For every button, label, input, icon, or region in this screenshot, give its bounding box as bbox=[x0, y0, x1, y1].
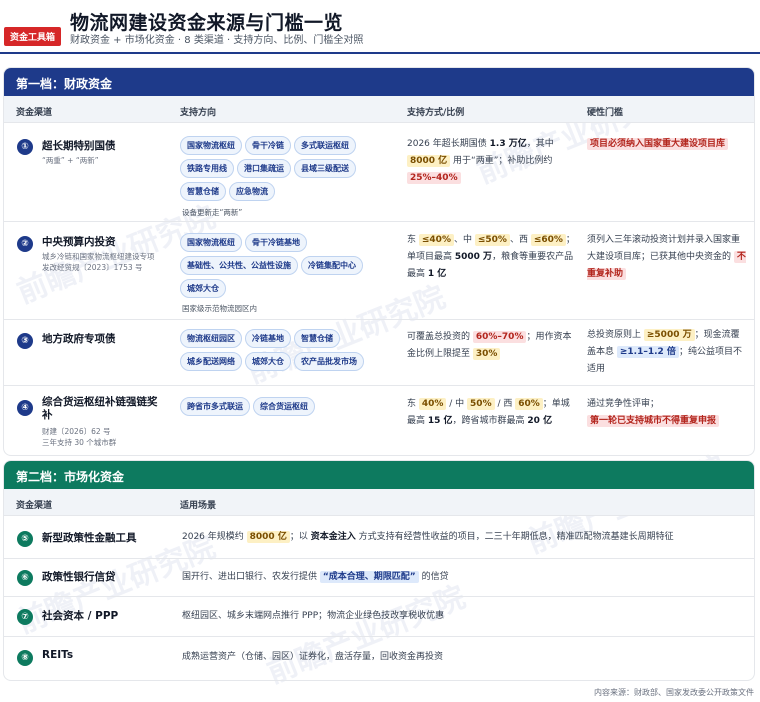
chip: 农产品批发市场 bbox=[294, 352, 364, 371]
channel-sub: 财建〔2026〕62 号 bbox=[42, 427, 111, 436]
chip: 多式联运枢纽 bbox=[294, 136, 356, 155]
channel-name: 中央预算内投资 bbox=[42, 236, 116, 248]
col-channel: 资金渠道 bbox=[16, 108, 53, 118]
table-row: ⑧ REITs 成熟运营资产（仓储、园区）证券化，盘活存量，回收资金再投资 bbox=[4, 637, 754, 680]
applicable-scene: 2026 年规模约 8000 亿；以 资本金注入 方式支持有经营性收益的项目，二… bbox=[182, 531, 674, 543]
chip: 骨干冷链基地 bbox=[245, 233, 307, 252]
table-row: ① 超长期特别国债 “两重” + “两新” 国家物流枢纽 骨干冷链 多式联运枢纽铁路… bbox=[4, 124, 754, 222]
row-number: ⑤ bbox=[17, 531, 33, 547]
row-number: ⑧ bbox=[17, 650, 33, 666]
channel-name: REITs bbox=[42, 649, 74, 661]
row-number: ① bbox=[17, 139, 33, 155]
section-fiscal-funds: 第一档：财政资金 资金渠道 支持方向 支持方式/比例 硬性门槛 ① 超长期特别国… bbox=[3, 67, 755, 456]
support-mode: 可覆盖总投资的 60%–70% ；用作资本金比例上限提至 30% bbox=[407, 331, 572, 360]
table-row: ⑥ 政策性银行信贷 国开行、进出口银行、农发行提供 “成本合理、期限匹配” 的信… bbox=[4, 559, 754, 597]
support-mode: 2026 年超长期国债 1.3 万亿，其中 8000 亿 用于“两重”；补助比例… bbox=[407, 139, 554, 184]
table-row: ⑦ 社会资本 / PPP 枢纽园区、城乡末端网点推行 PPP；物流企业绿色技改享… bbox=[4, 597, 754, 637]
chip: 城乡配送网络 bbox=[180, 352, 242, 371]
chip: 铁路专用线 bbox=[180, 159, 234, 178]
chip: 跨省市多式联运 bbox=[180, 397, 250, 416]
table-row: ③ 地方政府专项债 物流枢纽园区 冷链基地 智慧仓储城乡配送网络 城郊大仓 农产品批发市… bbox=[4, 320, 754, 386]
chip: 智慧仓储 bbox=[180, 182, 226, 201]
channel-name: 超长期特别国债 bbox=[42, 140, 116, 152]
chip: 城郊大仓 bbox=[245, 352, 291, 371]
channel-sub: “两重” + “两新” bbox=[42, 156, 99, 165]
chip: 国家物流枢纽 bbox=[180, 233, 242, 252]
section-title: 第二档：市场化资金 bbox=[4, 461, 754, 489]
row-number: ④ bbox=[17, 400, 33, 416]
hard-threshold: 总投资原则上 ≥5000 万；现金流覆盖本息 ≥1.1–1.2 倍；纯公益项目不… bbox=[587, 329, 742, 374]
chip: 综合货运枢纽 bbox=[253, 397, 315, 416]
row-number: ⑦ bbox=[17, 609, 33, 625]
direction-chips: 国家物流枢纽 骨干冷链基地基础性、公共性、公益性设施 冷链集配中心城郊大仓 bbox=[180, 233, 392, 302]
direction-note: 设备更新走“两新” bbox=[182, 208, 243, 217]
section-market-funds: 第二档：市场化资金 资金渠道 适用场景 ⑤ 新型政策性金融工具 2026 年规模… bbox=[3, 460, 755, 681]
chip: 冷链集配中心 bbox=[301, 256, 363, 275]
chip: 城郊大仓 bbox=[180, 279, 226, 298]
page-subtitle: 财政资金 + 市场化资金 · 8 类渠道 · 支持方向、比例、门槛全对照 bbox=[70, 35, 364, 46]
section-title: 第一档：财政资金 bbox=[4, 68, 754, 96]
channel-name: 政策性银行信贷 bbox=[42, 571, 116, 583]
channel-name: 新型政策性金融工具 bbox=[42, 532, 137, 544]
applicable-scene: 国开行、进出口银行、农发行提供 “成本合理、期限匹配” 的信贷 bbox=[182, 571, 449, 583]
channel-name: 综合货运枢纽补链强链奖补 bbox=[42, 396, 158, 421]
row-number: ③ bbox=[17, 333, 33, 349]
col-mode: 支持方式/比例 bbox=[407, 108, 465, 118]
channel-name: 地方政府专项债 bbox=[42, 333, 116, 345]
support-mode: 东 ≤40% 、中 ≤50% 、西 ≤60% ；单项目最高 5000 万，粮食等重要农… bbox=[407, 234, 575, 279]
chip: 冷链基地 bbox=[245, 329, 291, 348]
channel-sub: 三年支持 30 个城市群 bbox=[42, 438, 117, 447]
direction-note: 国家级示范物流园区内 bbox=[182, 304, 257, 313]
chip: 骨干冷链 bbox=[245, 136, 291, 155]
direction-chips: 跨省市多式联运 综合货运枢纽 bbox=[180, 397, 392, 420]
direction-chips: 国家物流枢纽 骨干冷链 多式联运枢纽铁路专用线 港口集疏运 县域三级配送智慧仓储 应急物流 bbox=[180, 136, 392, 205]
chip: 智慧仓储 bbox=[294, 329, 340, 348]
support-mode: 东 40% / 中 50% / 西 60% ；单城最高 15 亿，跨省城市群最高 … bbox=[407, 398, 570, 426]
table-row: ④ 综合货运枢纽补链强链奖补 财建〔2026〕62 号 三年支持 30 个城市群… bbox=[4, 386, 754, 455]
page-header: 资金工具箱 物流网建设资金来源与门槛一览 财政资金 + 市场化资金 · 8 类渠… bbox=[0, 0, 760, 54]
direction-chips: 物流枢纽园区 冷链基地 智慧仓储城乡配送网络 城郊大仓 农产品批发市场 bbox=[180, 329, 392, 375]
chip: 应急物流 bbox=[229, 182, 275, 201]
chip: 港口集疏运 bbox=[237, 159, 291, 178]
applicable-scene: 成熟运营资产（仓储、园区）证券化，盘活存量，回收资金再投资 bbox=[182, 652, 444, 662]
hard-threshold: 须列入三年滚动投资计划并录入国家重大建设项目库；已获其他中央资金的 不重复补助 bbox=[587, 235, 746, 280]
table-row: ② 中央预算内投资 城乡冷链和国家物流枢纽建设专项 发改经贸规〔2023〕175… bbox=[4, 222, 754, 320]
col-scene: 适用场景 bbox=[180, 501, 217, 511]
hard-threshold: 项目必须纳入国家重大建设项目库 bbox=[587, 136, 747, 153]
col-channel: 资金渠道 bbox=[16, 501, 53, 511]
table-row: ⑤ 新型政策性金融工具 2026 年规模约 8000 亿；以 资本金注入 方式支… bbox=[4, 517, 754, 559]
source-note: 内容来源：财政部、国家发改委公开政策文件 bbox=[594, 688, 754, 697]
row-number: ② bbox=[17, 236, 33, 252]
channel-sub: 城乡冷链和国家物流枢纽建设专项 bbox=[42, 252, 155, 261]
toolbox-tag: 资金工具箱 bbox=[4, 27, 62, 46]
channel-name: 社会资本 / PPP bbox=[42, 610, 119, 622]
chip: 县域三级配送 bbox=[294, 159, 356, 178]
chip: 物流枢纽园区 bbox=[180, 329, 242, 348]
applicable-scene: 枢纽园区、城乡末端网点推行 PPP；物流企业绿色技改享税收优惠 bbox=[182, 611, 445, 621]
column-header: 资金渠道 适用场景 bbox=[4, 489, 754, 516]
chip: 基础性、公共性、公益性设施 bbox=[180, 256, 298, 275]
channel-sub: 发改经贸规〔2023〕1753 号 bbox=[42, 263, 143, 272]
chip: 国家物流枢纽 bbox=[180, 136, 242, 155]
col-direction: 支持方向 bbox=[180, 108, 217, 118]
col-threshold: 硬性门槛 bbox=[587, 108, 624, 118]
row-number: ⑥ bbox=[17, 570, 33, 586]
hard-threshold: 通过竞争性评审； 第一轮已支持城市不得重复申报 bbox=[587, 396, 747, 430]
column-header: 资金渠道 支持方向 支持方式/比例 硬性门槛 bbox=[4, 96, 754, 123]
